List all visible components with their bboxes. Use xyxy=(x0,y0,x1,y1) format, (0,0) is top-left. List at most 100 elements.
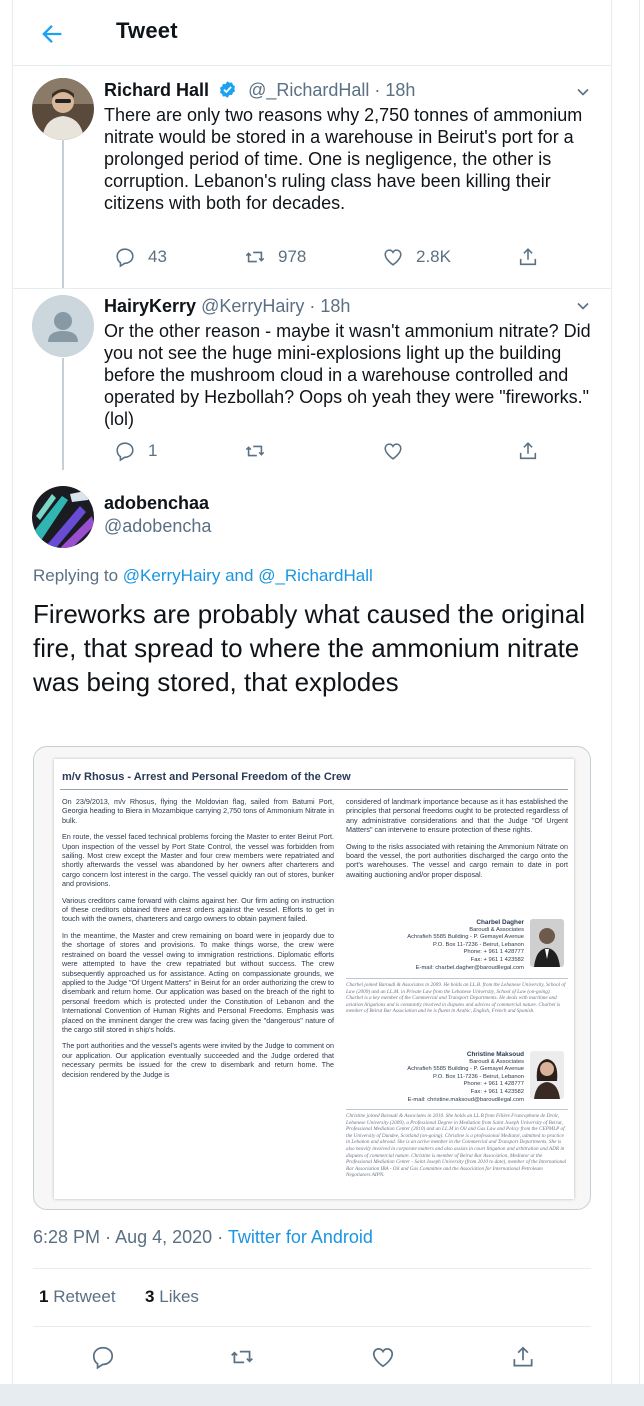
tweet-source-link[interactable]: Twitter for Android xyxy=(228,1227,373,1247)
reply-tweet-richard-hall[interactable]: Richard Hall @_RichardHall · 18h There a… xyxy=(12,66,612,288)
reply-count: 43 xyxy=(148,247,167,266)
replying-to-label: Replying to xyxy=(33,566,119,585)
tweet-text: Or the other reason - maybe it wasn't am… xyxy=(104,321,591,429)
document-right-column: considered of landmark importance becaus… xyxy=(346,797,568,886)
author-name[interactable]: Richard Hall xyxy=(104,80,209,100)
author-name-line: adobenchaa xyxy=(104,493,209,514)
tweet-image[interactable]: m/v Rhosus - Arrest and Personal Freedom… xyxy=(33,746,591,1210)
reply-tweet-hairykerry[interactable]: HairyKerry @KerryHairy · 18h Or the othe… xyxy=(12,289,612,470)
focused-tweet-actions xyxy=(12,1342,612,1372)
contact-card-2: Christine Maksoud Baroudi & Associates A… xyxy=(346,1051,524,1104)
retweet-icon xyxy=(245,251,265,263)
divider xyxy=(33,1268,591,1269)
author-name[interactable]: adobenchaa xyxy=(104,493,209,513)
mention-link[interactable]: @KerryHairy xyxy=(123,566,221,585)
contact-line: Achrafieh 5585 Building - P. Gemayel Ave… xyxy=(407,1066,524,1073)
bottom-gutter xyxy=(0,1384,644,1406)
tweet-stats: 1 Retweet 3 Likes xyxy=(39,1287,199,1307)
author-name[interactable]: HairyKerry xyxy=(104,296,196,316)
likes-label: Likes xyxy=(159,1287,199,1306)
author-handle[interactable]: @KerryHairy xyxy=(201,296,304,316)
share-icon[interactable] xyxy=(510,1344,536,1370)
document-title: m/v Rhosus - Arrest and Personal Freedom… xyxy=(62,771,351,783)
like-button[interactable] xyxy=(382,440,416,462)
contact-line: Baroudi & Associates xyxy=(469,926,524,933)
share-button[interactable] xyxy=(517,246,551,268)
divider xyxy=(33,1326,591,1327)
verified-badge-icon xyxy=(218,80,237,104)
focused-tweet-text: Fireworks are probably what caused the o… xyxy=(33,599,586,697)
mention-link[interactable]: @_RichardHall xyxy=(258,566,373,585)
author-line: HairyKerry @KerryHairy · 18h xyxy=(104,296,350,317)
contact-line: E-mail: christine.maksoud@baroudilegal.c… xyxy=(407,1096,524,1103)
heart-icon xyxy=(384,443,402,460)
replying-to-and[interactable]: and xyxy=(225,566,253,585)
tweet-meta: 6:28 PM · Aug 4, 2020 · Twitter for Andr… xyxy=(33,1227,373,1248)
reply-count: 1 xyxy=(148,441,158,460)
tweet-actions: 1 xyxy=(104,440,584,464)
author-handle[interactable]: @adobencha xyxy=(104,516,211,536)
bio-text: Christine joined Baroudi & Associates in… xyxy=(346,1109,568,1179)
document-page: m/v Rhosus - Arrest and Personal Freedom… xyxy=(54,759,574,1199)
author-handle[interactable]: @_RichardHall xyxy=(248,80,369,100)
share-icon xyxy=(519,248,537,266)
tweet-time[interactable]: · 18h xyxy=(309,296,350,316)
retweet-count: 978 xyxy=(278,247,307,266)
contact-name: Charbel Dagher xyxy=(476,919,524,926)
chevron-down-icon[interactable] xyxy=(575,298,591,314)
tweet-date[interactable]: Aug 4, 2020 xyxy=(115,1227,212,1247)
author-line: Richard Hall @_RichardHall · 18h xyxy=(104,80,415,104)
avatar[interactable] xyxy=(32,78,94,140)
contact-line: Achrafieh 5585 Building - P. Gemayel Ave… xyxy=(407,934,524,941)
reply-button[interactable]: 1 xyxy=(114,440,157,462)
portrait-photo xyxy=(530,919,564,967)
avatar[interactable] xyxy=(32,295,94,357)
heart-icon xyxy=(384,249,402,266)
doc-paragraph: The port authorities and the vessel's ag… xyxy=(62,1041,334,1079)
tweet-time[interactable]: · 18h xyxy=(374,80,415,100)
contact-line: Fax: + 961 1 423582 xyxy=(470,956,524,963)
tweet-actions: 43 978 2.8K xyxy=(104,246,584,270)
contact-line: Baroudi & Associates xyxy=(469,1058,524,1065)
doc-paragraph: considered of landmark importance becaus… xyxy=(346,797,568,835)
like-button[interactable]: 2.8K xyxy=(382,246,451,268)
contact-name: Christine Maksoud xyxy=(466,1051,524,1058)
retweet-button[interactable]: 978 xyxy=(244,246,306,268)
contact-line: P.O. Box 11-7236 - Beirut, Lebanon xyxy=(433,941,524,948)
share-button[interactable] xyxy=(517,440,551,462)
chevron-down-icon[interactable] xyxy=(575,84,591,100)
thread-line xyxy=(62,140,64,288)
contact-line: Fax: + 961 1 423582 xyxy=(470,1088,524,1095)
reply-icon xyxy=(116,248,134,268)
bio-text: Charbel joined Baroudi & Associates in 2… xyxy=(346,978,568,1015)
meta-dot: · xyxy=(217,1227,224,1247)
author-handle-line: @adobencha xyxy=(104,516,211,537)
contact-line: Phone: + 961 1 428777 xyxy=(463,949,524,956)
heart-icon[interactable] xyxy=(370,1344,396,1370)
avatar[interactable] xyxy=(32,486,94,548)
arrow-left-icon[interactable] xyxy=(38,20,66,48)
like-count: 2.8K xyxy=(416,247,451,266)
tweet-time[interactable]: 6:28 PM xyxy=(33,1227,100,1247)
page-title: Tweet xyxy=(116,18,178,43)
contact-card-1: Charbel Dagher Baroudi & Associates Achr… xyxy=(346,919,524,972)
doc-paragraph: On 23/9/2013, m/v Rhosus, flying the Mol… xyxy=(62,797,334,825)
retweets-stat[interactable]: 1 Retweet xyxy=(39,1287,116,1306)
reply-button[interactable]: 43 xyxy=(114,246,167,268)
likes-stat[interactable]: 3 Likes xyxy=(145,1287,199,1306)
retweet-label: Retweet xyxy=(53,1287,116,1306)
retweet-icon xyxy=(245,445,265,457)
retweet-button[interactable] xyxy=(244,440,278,462)
gutter-edge xyxy=(639,0,640,1384)
doc-paragraph: Various creditors came forward with clai… xyxy=(62,895,334,924)
document-left-column: On 23/9/2013, m/v Rhosus, flying the Mol… xyxy=(62,797,334,1086)
reply-icon xyxy=(116,442,134,462)
reply-icon[interactable] xyxy=(90,1344,116,1370)
contact-line: P.O. Box 11-7236 - Beirut, Lebanon xyxy=(433,1073,524,1080)
meta-dot: · xyxy=(105,1227,112,1247)
retweet-icon[interactable] xyxy=(229,1344,255,1370)
document-rule xyxy=(60,789,568,790)
doc-paragraph: En route, the vessel faced technical pro… xyxy=(62,832,334,889)
doc-paragraph: In the meantime, the Master and crew rem… xyxy=(62,930,334,1034)
contact-line: E-mail: charbel.dagher@baroudilegal.com xyxy=(415,964,524,971)
